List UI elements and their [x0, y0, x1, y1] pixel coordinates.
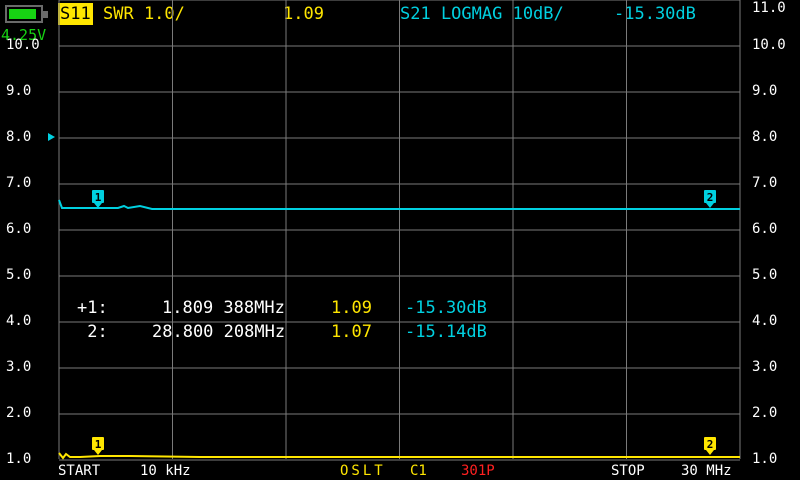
right-tick-label: 7.0 — [752, 175, 778, 191]
marker-2-prefix[interactable]: 2: — [77, 321, 107, 343]
left-tick-label: 5.0 — [6, 267, 32, 283]
marker-1-swr: 1.09 — [331, 298, 372, 318]
calibration-channel: C1 — [410, 463, 427, 479]
right-tick-label: 9.0 — [752, 83, 778, 99]
marker-2-logmag: -15.14dB — [405, 322, 487, 342]
right-tick-label: 1.0 — [752, 451, 778, 467]
stop-value[interactable]: 30 MHz — [681, 463, 732, 479]
marker-1-swr-icon[interactable]: 1 — [92, 437, 104, 455]
grid — [58, 0, 741, 461]
right-tick-label: 11.0 — [752, 0, 786, 16]
marker-2-swr-icon[interactable]: 2 — [704, 437, 716, 455]
stop-label[interactable]: STOP — [611, 463, 645, 479]
left-tick-label: 2.0 — [6, 405, 32, 421]
left-tick-label: 6.0 — [6, 221, 32, 237]
marker-2-freq: 28.800 208MHz — [152, 322, 286, 342]
start-label[interactable]: START — [58, 463, 100, 479]
left-tick-label: 1.0 — [6, 451, 32, 467]
marker-2-s21-icon[interactable]: 2 — [704, 190, 716, 208]
marker-1-swr-icon-label: 1 — [95, 438, 102, 451]
left-tick-label: 7.0 — [6, 175, 32, 191]
calibration-status[interactable]: OSLT — [340, 463, 386, 479]
marker-2-s21-icon-label: 2 — [707, 191, 714, 204]
sweep-points[interactable]: 301P — [461, 463, 495, 479]
left-tick-label: 10.0 — [6, 37, 40, 53]
marker-2-swr: 1.07 — [331, 322, 372, 342]
right-tick-label: 8.0 — [752, 129, 778, 145]
right-tick-label: 10.0 — [752, 37, 786, 53]
marker-1-freq: 1.809 388MHz — [162, 298, 285, 318]
left-tick-label: 4.0 — [6, 313, 32, 329]
start-value[interactable]: 10 kHz — [140, 463, 191, 479]
marker-1-logmag: -15.30dB — [405, 298, 487, 318]
marker-1-s21-icon-label: 1 — [95, 191, 102, 204]
marker-1-prefix[interactable]: +1: — [77, 297, 108, 319]
right-tick-label: 6.0 — [752, 221, 778, 237]
right-tick-label: 4.0 — [752, 313, 778, 329]
traces — [48, 133, 740, 460]
left-tick-label: 3.0 — [6, 359, 32, 375]
left-tick-label: 8.0 — [6, 129, 32, 145]
right-tick-label: 3.0 — [752, 359, 778, 375]
plot-area[interactable]: 1 2 1 2 — [0, 0, 800, 480]
right-tick-label: 2.0 — [752, 405, 778, 421]
left-tick-label: 9.0 — [6, 83, 32, 99]
right-tick-label: 5.0 — [752, 267, 778, 283]
marker-2-swr-icon-label: 2 — [707, 438, 714, 451]
marker-1-s21-icon[interactable]: 1 — [92, 190, 104, 208]
reference-pointer-icon — [48, 133, 55, 141]
